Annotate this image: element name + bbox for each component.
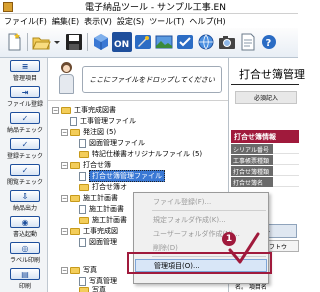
view-check-icon: ✓ [10,164,40,176]
file-register-button[interactable]: ⇥ ファイル登録 [6,86,44,108]
tree-item[interactable]: − 施工計画書 [61,193,118,203]
title-bar: 電子納品ツール - サンプル工事.EN [0,0,298,14]
table-row[interactable]: 打合せ簿名 [231,177,299,187]
check-tool-icon[interactable] [175,32,195,52]
new-document-icon[interactable] [4,32,24,52]
print-button[interactable]: ▤ 印刷 [6,268,44,290]
menu-tools[interactable]: ツール(T) [149,16,184,27]
drop-hint: ここにファイルをドロップしてください [82,66,222,93]
window-title: 電子納品ツール - サンプル工事.EN [85,3,226,13]
tree-item[interactable]: − 工事完成図書 [52,105,116,115]
file-icon [79,138,86,148]
register-check-button[interactable]: ✓ 登録チェック [6,138,44,160]
tree-item[interactable]: 図面管理ファイル [79,138,145,148]
folder-icon [70,161,80,169]
help-icon[interactable]: ? [259,32,279,52]
menu-help[interactable]: ヘルプ(H) [189,16,225,27]
svg-text:?: ? [266,38,272,49]
collapse-icon[interactable]: − [61,266,68,274]
collapse-icon[interactable]: − [61,128,68,136]
save-icon[interactable] [64,32,84,52]
divider [231,84,299,85]
required-label: 必須記入 [235,91,297,104]
collapse-icon[interactable]: − [61,161,68,169]
cube-icon[interactable] [91,32,111,52]
tree-item[interactable]: − 工事完成図 [61,226,118,236]
collapse-icon[interactable]: − [52,106,59,114]
menu-settings[interactable]: 設定(S) [117,16,144,27]
open-folder-icon[interactable] [31,32,51,52]
drop-area[interactable]: ここにファイルをドロップしてください [48,58,228,100]
tree-item[interactable]: 工事管理ファイル [70,116,136,126]
tree-item[interactable]: 打合せ簿オ [79,182,127,192]
file-icon [70,116,77,126]
tree-item[interactable]: 施工計画書 [79,215,127,225]
tree-item[interactable]: 施工計画書 [79,204,124,214]
tree-item[interactable]: 図面管理 [79,237,117,247]
file-icon [79,237,86,247]
tree-item[interactable]: 写真 [79,285,106,292]
write-icon: ◉ [10,216,40,228]
folder-icon [61,106,71,114]
tree-item[interactable]: 特記仕様書オリジナルファイル (5) [79,149,202,159]
on-toggle-icon[interactable]: ON [112,32,132,52]
menu-edit[interactable]: 編集(E) [52,16,79,27]
menu-file[interactable]: ファイル(F) [4,16,47,27]
photo-icon[interactable] [154,32,174,52]
delivery-output-button[interactable]: ⇩ 納品出力 [6,190,44,212]
collapse-icon[interactable]: − [61,194,68,202]
write-launch-button[interactable]: ◉ 書込起動 [6,216,44,238]
tools-icon[interactable] [133,32,153,52]
globe-icon[interactable] [196,32,216,52]
label-print-button[interactable]: ◎ ラベル印刷 [6,242,44,264]
checkmark-icon [228,232,260,264]
collapse-icon[interactable]: − [61,227,68,235]
main-toolbar: ON ? [0,28,298,58]
svg-text:ON: ON [114,40,129,50]
menu-item-file-register[interactable]: ファイル登録(F)... [135,195,267,208]
label-print-icon: ◎ [10,242,40,254]
menu-bar: ファイル(F) 編集(E) 表示(V) 設定(S) ツール(T) ヘルプ(H) [0,14,298,28]
menu-separator [152,210,266,211]
guide-person-icon [57,62,77,96]
delivery-check-button[interactable]: ✓ 納品チェック [6,112,44,134]
tree-item[interactable]: − 写真 [61,265,97,275]
folder-icon [79,286,89,292]
file-icon [79,204,86,214]
folder-icon [79,216,89,224]
document-list-icon: ≡ [10,60,40,72]
output-icon: ⇩ [10,190,40,202]
folder-icon [70,128,80,136]
print-icon: ▤ [10,268,40,280]
tree-item[interactable]: − 打合せ簿 [61,160,111,170]
file-icon [79,171,86,181]
folder-icon [70,227,80,235]
left-toolbar: ≡ 管理項目 ⇥ ファイル登録 ✓ 納品チェック ✓ 登録チェック ✓ 閲覧チェ… [0,58,48,292]
register-check-icon: ✓ [10,138,40,150]
file-register-icon: ⇥ [10,86,40,98]
app-icon [3,1,13,12]
table-row[interactable]: シリアル番号 [231,144,299,154]
table-row[interactable]: 打合せ簿種類 [231,166,299,176]
panel-title: 打合せ簿管理 [239,68,305,81]
folder-icon [79,183,89,191]
table-row[interactable]: 工事帳票種類 [231,155,299,165]
dropdown-arrow-icon[interactable] [52,32,62,52]
manage-items-button[interactable]: ≡ 管理項目 [6,60,44,82]
folder-icon [70,266,80,274]
view-check-button[interactable]: ✓ 閲覧チェック [6,164,44,186]
tree-item-selected[interactable]: 打合せ簿管理ファイル [79,170,165,182]
document-icon[interactable] [238,32,258,52]
folder-icon [70,194,80,202]
section-header: 打合せ簿情報 [231,130,299,143]
folder-icon [79,150,89,158]
menu-view[interactable]: 表示(V) [84,16,112,27]
camera-icon[interactable] [217,32,237,52]
check-icon: ✓ [10,112,40,124]
tree-item[interactable]: − 発注図 (5) [61,127,116,137]
menu-item-create-standard-folder[interactable]: 規定フォルダ作成(K)... [135,213,267,226]
